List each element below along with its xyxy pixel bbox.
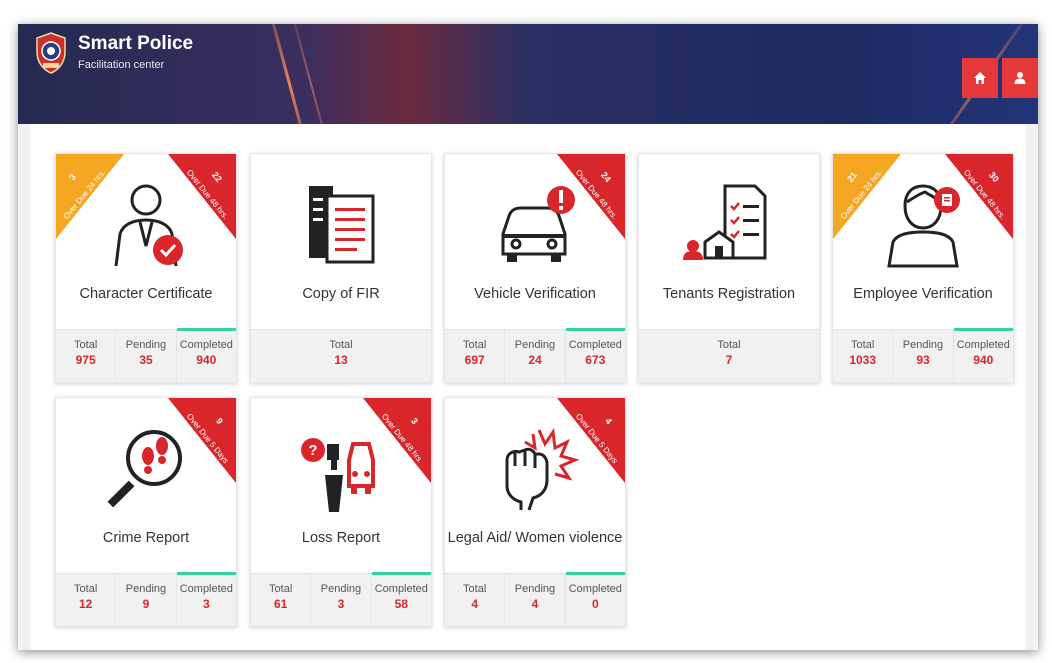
stat-total: Total 1033	[833, 330, 894, 382]
stat-total: Total 7	[717, 339, 741, 367]
card-employee-verification[interactable]: 21 Over Due 24 hrs. 30 Over Due 48 hrs. …	[832, 153, 1014, 383]
card-tenants-registration[interactable]: Tenants Registration Total 7	[638, 153, 820, 383]
card-stats: Total 697 Pending 24 Completed 673	[445, 328, 625, 382]
card-stats: Total 975 Pending 35 Completed 940	[56, 328, 236, 382]
user-icon	[1014, 72, 1026, 84]
police-logo-icon	[36, 32, 66, 74]
lost-items-icon: ?	[301, 438, 375, 512]
card-copy-of-fir[interactable]: Copy of FIR Total 13	[250, 153, 432, 383]
stat-pending: Pending 9	[116, 574, 177, 626]
svg-text:?: ?	[308, 442, 317, 459]
home-icon	[974, 72, 986, 84]
card-character-certificate[interactable]: 3 Over Due 24 hrs. 22 Over Due 48 hrs. C…	[55, 153, 237, 383]
magnifier-footprints-icon	[107, 430, 182, 508]
stat-total: Total 4	[445, 574, 506, 626]
card-legal-aid-women-violence[interactable]: 4 Over Due 5 Days Legal Aid/ Women viole…	[444, 397, 626, 627]
house-checklist-icon	[683, 184, 767, 260]
header-bar: Smart Police Facilitation center	[18, 24, 1038, 181]
stat-pending: Pending 3	[311, 574, 372, 626]
app-window: Smart Police Facilitation center 3 Over …	[18, 24, 1038, 650]
stat-completed: Completed 673	[565, 328, 625, 382]
card-title: Tenants Registration	[662, 286, 796, 302]
stat-completed: Completed 58	[371, 572, 431, 626]
card-stats: Total 12 Pending 9 Completed 3	[56, 572, 236, 626]
stat-completed: Completed 940	[953, 328, 1013, 382]
stat-pending: Pending 4	[505, 574, 566, 626]
stat-total: Total 975	[56, 330, 117, 382]
stat-pending: Pending 93	[893, 330, 954, 382]
card-title: Character Certificate	[79, 286, 213, 302]
card-title: Legal Aid/ Women violence	[447, 530, 623, 546]
fist-impact-icon	[505, 427, 580, 511]
card-loss-report[interactable]: 3 Over Due 48 hrs. ? Loss Report Total 61…	[250, 397, 432, 627]
stat-pending: Pending 24	[505, 330, 566, 382]
card-title: Vehicle Verification	[474, 286, 596, 302]
stat-completed: Completed 940	[176, 328, 236, 382]
app-title: Smart Police	[78, 33, 194, 54]
stat-total: Total 61	[251, 574, 312, 626]
home-button[interactable]	[962, 58, 998, 98]
stat-total: Total 697	[445, 330, 506, 382]
card-stats: Total 4 Pending 4 Completed 0	[445, 572, 625, 626]
user-button[interactable]	[1002, 58, 1038, 98]
document-copy-icon	[309, 186, 375, 264]
card-title: Copy of FIR	[302, 286, 380, 302]
card-vehicle-verification[interactable]: 24 Over Due 48 hrs. Vehicle Verification…	[444, 153, 626, 383]
card-title: Employee Verification	[853, 286, 993, 302]
person-certificate-icon	[114, 184, 183, 267]
card-stats: Total 7	[639, 329, 819, 382]
card-stats: Total 61 Pending 3 Completed 58	[251, 572, 431, 626]
card-title: Crime Report	[102, 530, 190, 546]
card-crime-report[interactable]: 9 Over Due 5 Days Crime Report Total 12 P…	[55, 397, 237, 627]
stat-total: Total 12	[56, 574, 117, 626]
card-stats: Total 13	[251, 329, 431, 382]
stat-completed: Completed 0	[565, 572, 625, 626]
card-stats: Total 1033 Pending 93 Completed 940	[833, 328, 1013, 382]
card-title: Loss Report	[301, 530, 381, 546]
employee-id-icon	[887, 184, 960, 268]
stat-pending: Pending 35	[116, 330, 177, 382]
car-alert-icon	[501, 186, 575, 262]
stat-completed: Completed 3	[176, 572, 236, 626]
dashboard-content: 3 Over Due 24 hrs. 22 Over Due 48 hrs. C…	[30, 124, 1026, 650]
app-subtitle: Facilitation center	[78, 59, 165, 71]
stat-total: Total 13	[329, 339, 353, 367]
